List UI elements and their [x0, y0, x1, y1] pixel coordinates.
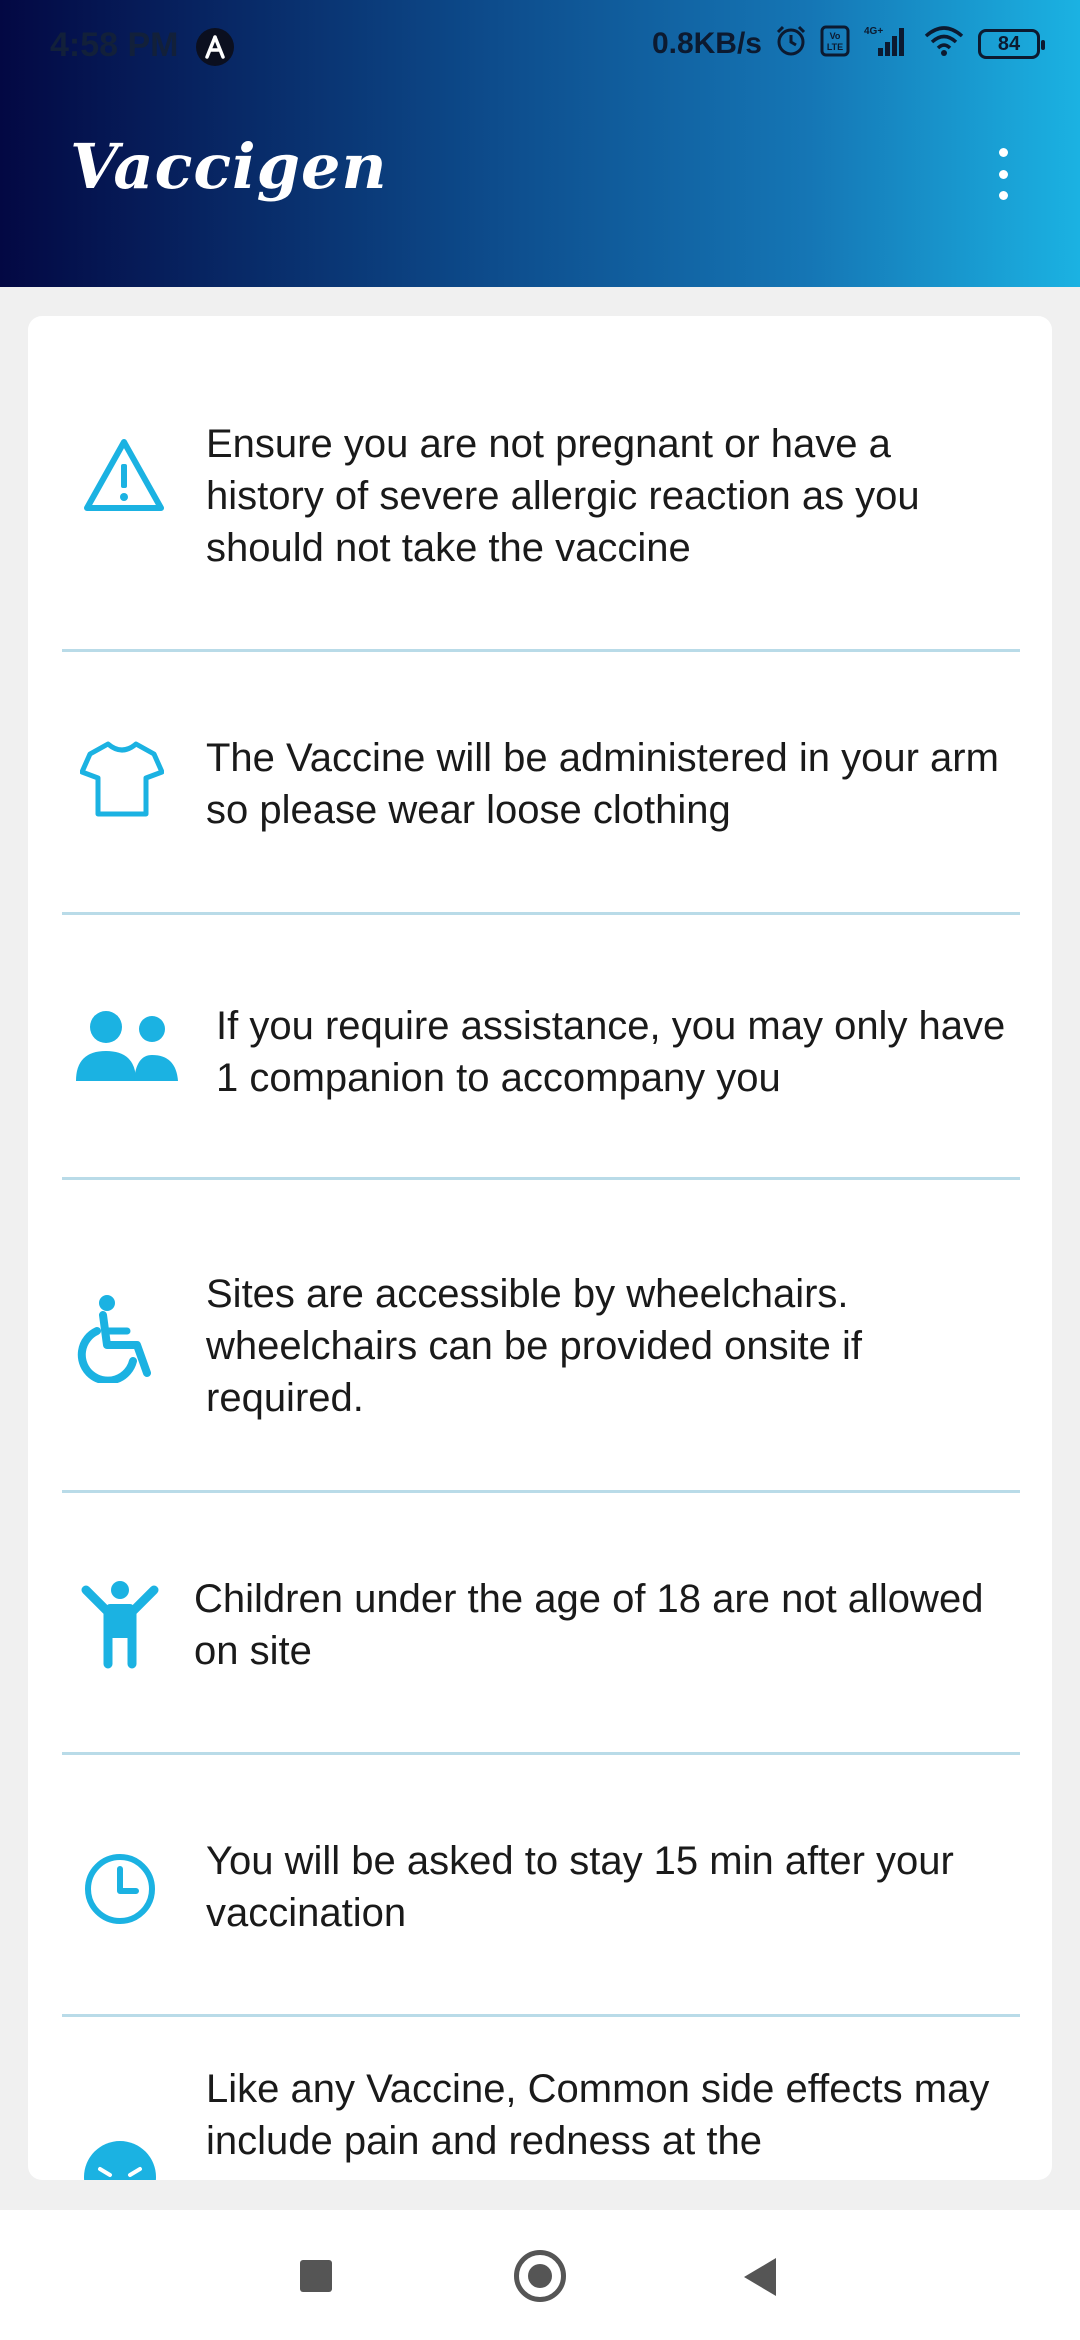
guideline-item: Sites are accessible by wheelchairs. whe… [28, 1180, 1052, 1490]
volte-icon: Vo LTE [820, 25, 850, 62]
guideline-text: Like any Vaccine, Common side effects ma… [206, 2067, 990, 2163]
guideline-text: You will be asked to stay 15 min after y… [206, 1839, 954, 1935]
system-nav-bar [0, 2210, 1080, 2340]
clock-icon [70, 1839, 170, 1939]
app-title: Vaccigen [70, 130, 388, 203]
status-indicators: 0.8KB/s Vo LTE 4G+ 84 [651, 24, 1045, 63]
a-notification-icon [196, 28, 234, 66]
home-circle-icon[interactable] [514, 2250, 566, 2302]
battery-icon: 84 [978, 28, 1045, 59]
alarm-icon [774, 24, 808, 63]
status-bar: 4:58 PM 0.8KB/s Vo LTE 4G+ 84 [0, 0, 1080, 96]
guidelines-card: Ensure you are not pregnant or have a hi… [28, 316, 1052, 2180]
app-header: 4:58 PM 0.8KB/s Vo LTE 4G+ 84 Vaccigen [0, 0, 1080, 287]
guideline-text: Ensure you are not pregnant or have a hi… [206, 422, 920, 570]
network-speed: 0.8KB/s [651, 26, 762, 60]
guideline-text: The Vaccine will be administered in your… [206, 736, 999, 832]
guideline-item: Ensure you are not pregnant or have a hi… [28, 376, 1052, 576]
wifi-icon [922, 24, 966, 63]
recents-square-icon[interactable] [300, 2260, 332, 2292]
svg-text:Vo: Vo [830, 31, 841, 41]
svg-text:LTE: LTE [827, 42, 843, 52]
child-icon [70, 1575, 170, 1675]
guideline-text: If you require assistance, you may only … [216, 1004, 1006, 1100]
warning-icon [74, 426, 174, 526]
more-vert-icon[interactable] [985, 148, 1021, 200]
tshirt-icon [72, 728, 172, 828]
guideline-item: Like any Vaccine, Common side effects ma… [28, 2017, 1052, 2180]
back-triangle-icon[interactable] [744, 2258, 776, 2296]
guideline-text: Sites are accessible by wheelchairs. whe… [206, 1272, 862, 1420]
svg-text:4G+: 4G+ [864, 26, 883, 37]
people-icon [72, 997, 182, 1097]
guideline-item: If you require assistance, you may only … [28, 915, 1052, 1180]
sick-face-icon [70, 2127, 170, 2180]
guideline-item: You will be asked to stay 15 min after y… [28, 1755, 1052, 2015]
wheelchair-icon [72, 1288, 172, 1388]
status-time: 4:58 PM [50, 26, 179, 64]
guideline-item: Children under the age of 18 are not all… [28, 1493, 1052, 1753]
guideline-item: The Vaccine will be administered in your… [28, 652, 1052, 912]
4g-signal-icon: 4G+ [862, 24, 910, 63]
guideline-text: Children under the age of 18 are not all… [194, 1577, 984, 1673]
